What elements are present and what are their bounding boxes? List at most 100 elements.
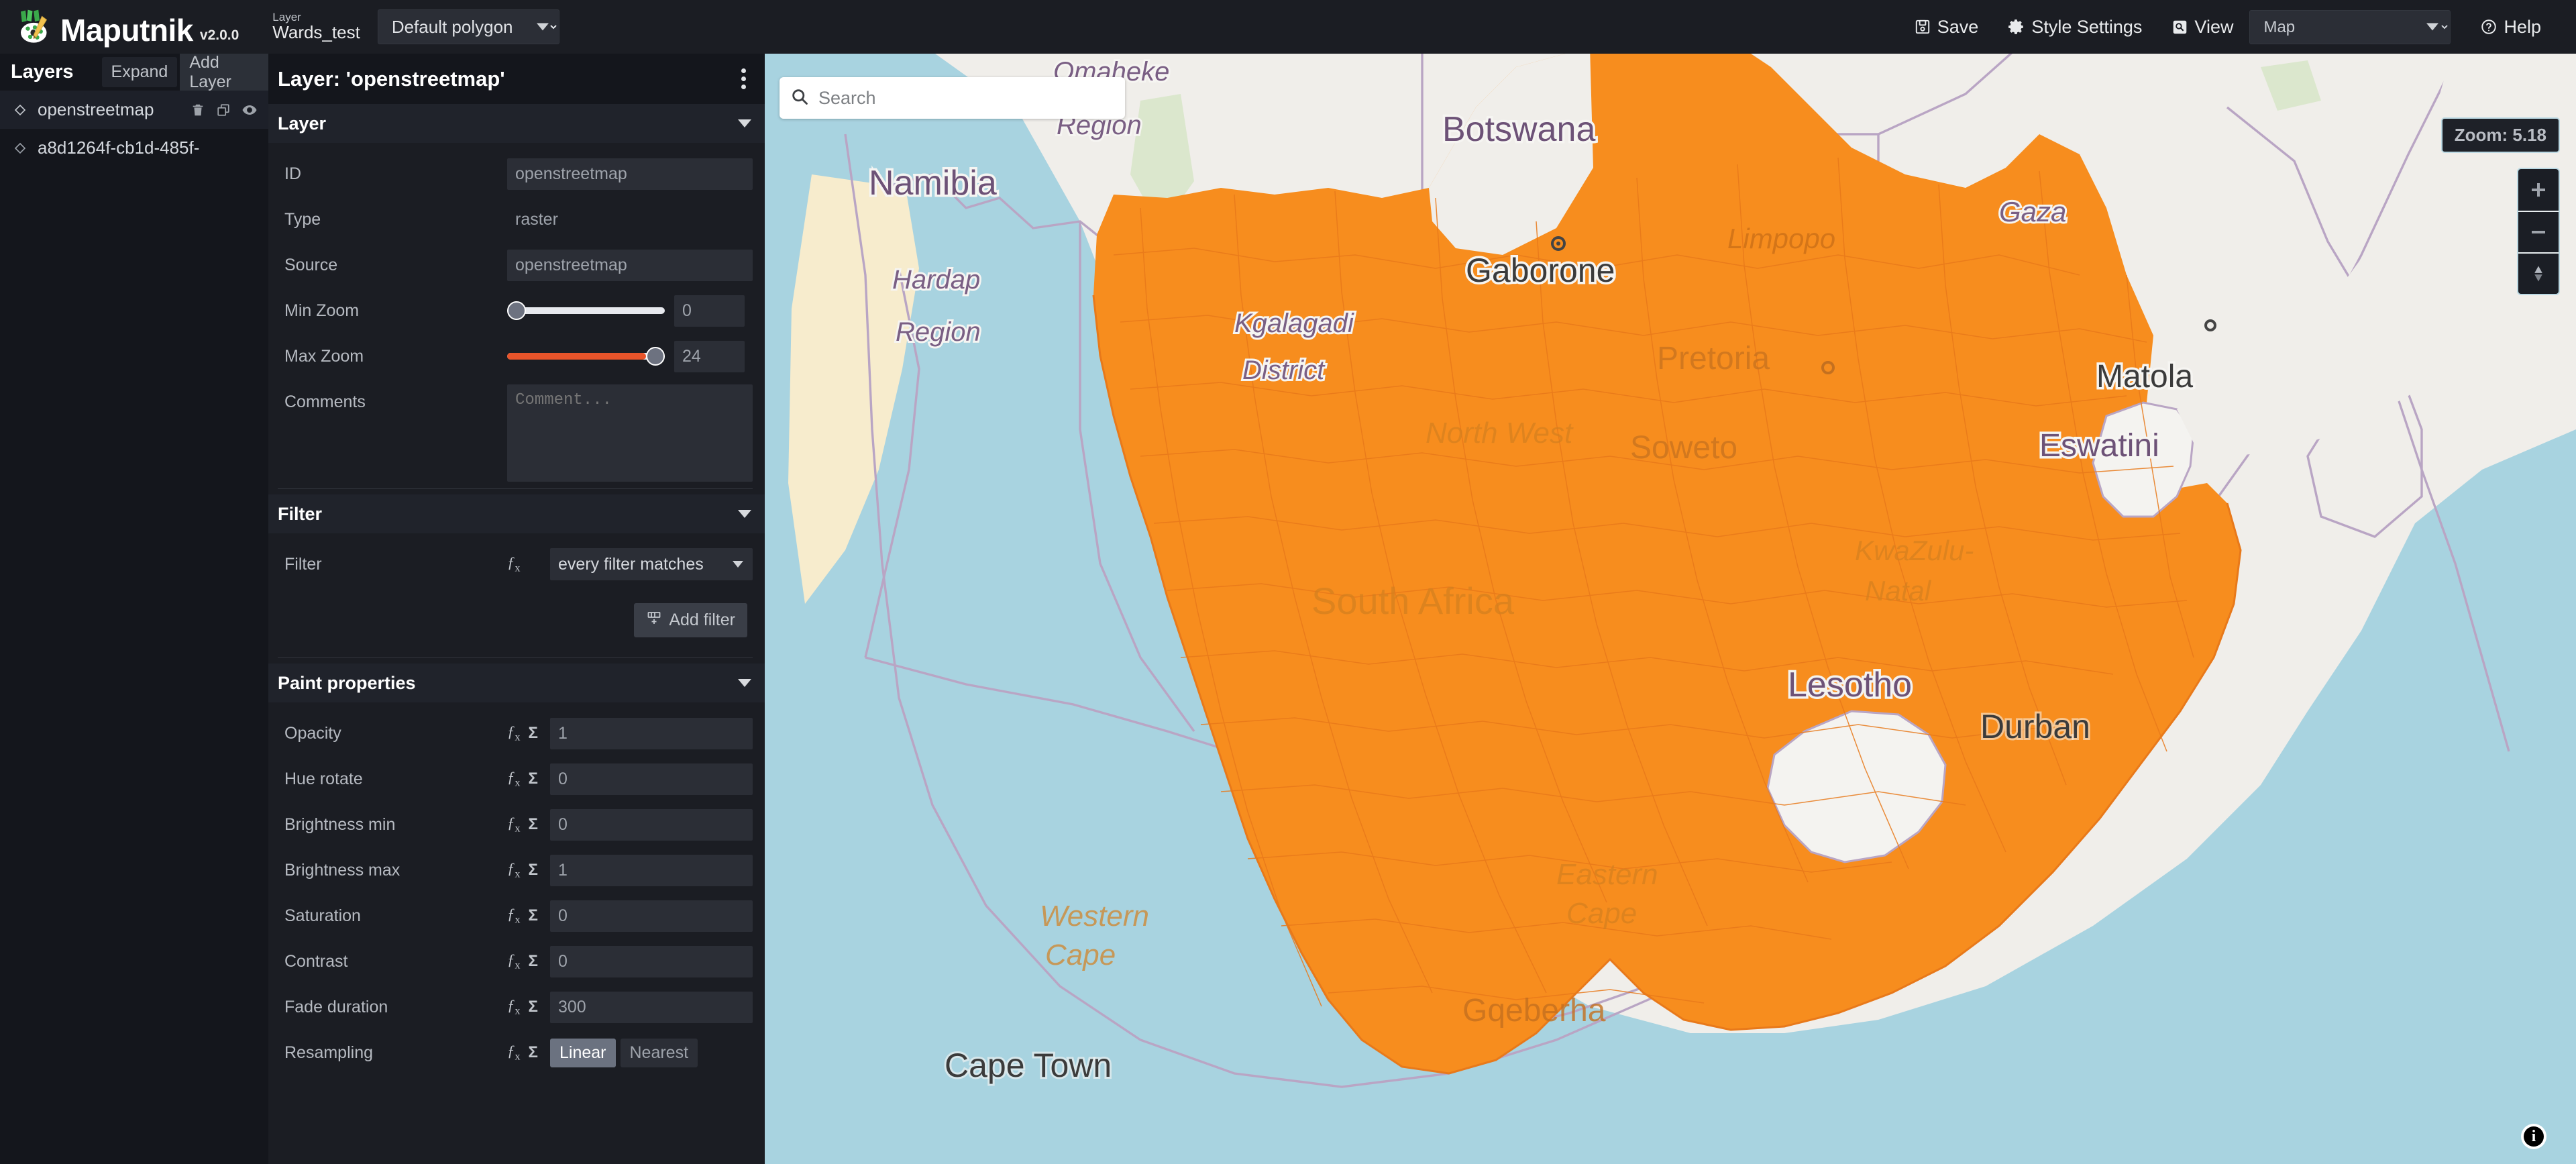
svg-text:Kgalagadi: Kgalagadi xyxy=(1234,309,1354,338)
function-icon[interactable]: ƒx xyxy=(507,860,521,881)
style-select[interactable]: Default polygon xyxy=(377,9,559,44)
field-row-source: Source xyxy=(278,242,753,288)
field-label-fade-duration: Fade duration xyxy=(284,997,388,1016)
svg-text:Eastern: Eastern xyxy=(1556,858,1658,891)
slider-knob[interactable] xyxy=(507,301,526,320)
add-filter-label: Add filter xyxy=(669,611,735,629)
sigma-icon[interactable]: Σ xyxy=(529,906,538,925)
layer-list-item-a8d1264f[interactable]: a8d1264f-cb1d-485f- xyxy=(0,129,268,167)
svg-text:Namibia: Namibia xyxy=(869,164,997,203)
chevron-down-icon[interactable] xyxy=(738,119,751,127)
top-toolbar-actions: Save Style Settings View Map Help xyxy=(1899,9,2576,44)
svg-text:Gqeberha: Gqeberha xyxy=(1462,993,1606,1028)
filter-select[interactable]: every filter matches xyxy=(550,548,753,580)
min-zoom-input[interactable] xyxy=(674,295,745,327)
function-icon[interactable]: ƒx xyxy=(507,554,521,575)
layer-list-item-openstreetmap[interactable]: openstreetmap xyxy=(0,91,268,129)
svg-text:District: District xyxy=(1242,356,1326,385)
sigma-icon[interactable]: Σ xyxy=(529,815,538,834)
properties-scroll-area[interactable]: Layer ID Type raster Source xyxy=(268,104,765,1164)
svg-text:Natal: Natal xyxy=(1865,575,1932,606)
field-row-hue-rotate: Hue rotate ƒx Σ xyxy=(278,756,753,802)
section-body-filter: Filter ƒx every filter matches Add filte… xyxy=(268,533,765,664)
fx-slot: ƒx Σ xyxy=(507,951,546,972)
type-value: raster xyxy=(515,209,558,229)
contrast-input[interactable] xyxy=(550,945,753,977)
svg-text:Cape Town: Cape Town xyxy=(945,1047,1112,1084)
slider-knob[interactable] xyxy=(646,347,665,366)
brightness-min-input[interactable] xyxy=(550,808,753,841)
raster-diamond-icon xyxy=(12,102,32,118)
style-settings-button[interactable]: Style Settings xyxy=(1993,10,2157,44)
sigma-icon[interactable]: Σ xyxy=(529,770,538,788)
field-label-max-zoom: Max Zoom xyxy=(284,346,364,366)
function-icon[interactable]: ƒx xyxy=(507,723,521,744)
function-icon[interactable]: ƒx xyxy=(507,906,521,927)
svg-text:Durban: Durban xyxy=(1980,708,2090,745)
copy-icon[interactable] xyxy=(216,103,231,117)
svg-text:Gaza: Gaza xyxy=(1999,196,2066,227)
svg-text:Hardap: Hardap xyxy=(892,265,980,295)
saturation-input[interactable] xyxy=(550,900,753,932)
compass-button[interactable] xyxy=(2518,252,2559,294)
opacity-input[interactable] xyxy=(550,717,753,749)
fx-slot: ƒx Σ xyxy=(507,906,546,927)
zoom-level-badge: Zoom: 5.18 xyxy=(2440,117,2560,153)
sigma-icon[interactable]: Σ xyxy=(529,952,538,971)
chevron-down-icon[interactable] xyxy=(738,679,751,687)
sigma-icon[interactable]: Σ xyxy=(529,1043,538,1062)
resampling-option-nearest[interactable]: Nearest xyxy=(620,1038,698,1067)
map-attribution-button[interactable]: i xyxy=(2521,1124,2546,1149)
brand-version: v2.0.0 xyxy=(199,28,239,43)
function-icon[interactable]: ƒx xyxy=(507,997,521,1018)
add-filter-button[interactable]: Add filter xyxy=(634,603,747,637)
section-header-layer[interactable]: Layer xyxy=(268,104,765,143)
fx-slot: ƒx Σ xyxy=(507,769,546,790)
field-row-fade-duration: Fade duration ƒx Σ xyxy=(278,984,753,1030)
chevron-down-icon[interactable] xyxy=(738,510,751,518)
brightness-max-input[interactable] xyxy=(550,854,753,886)
gear-icon xyxy=(2008,18,2025,36)
section-header-paint[interactable]: Paint properties xyxy=(268,664,765,702)
resampling-option-linear[interactable]: Linear xyxy=(550,1038,616,1067)
svg-text:Soweto: Soweto xyxy=(1630,430,1737,466)
hue-rotate-input[interactable] xyxy=(550,763,753,795)
id-input[interactable] xyxy=(507,158,753,190)
sigma-icon[interactable]: Σ xyxy=(529,724,538,743)
search-input[interactable] xyxy=(818,87,1114,109)
help-button[interactable]: Help xyxy=(2465,10,2556,44)
map-search-box[interactable] xyxy=(780,77,1125,119)
max-zoom-input[interactable] xyxy=(674,340,745,372)
view-select[interactable]: Map xyxy=(2249,9,2451,44)
inspect-icon xyxy=(2171,19,2188,36)
section-divider xyxy=(278,488,753,489)
min-zoom-slider[interactable] xyxy=(507,301,665,320)
svg-text:Western: Western xyxy=(1040,900,1149,933)
eye-icon[interactable] xyxy=(241,102,258,118)
section-title-paint: Paint properties xyxy=(278,672,416,693)
fade-duration-input[interactable] xyxy=(550,991,753,1023)
expand-layers-button[interactable]: Expand xyxy=(101,57,178,87)
section-header-filter[interactable]: Filter xyxy=(268,494,765,533)
sigma-icon[interactable]: Σ xyxy=(529,998,538,1016)
function-icon[interactable]: ƒx xyxy=(507,769,521,790)
view-button[interactable]: View xyxy=(2157,10,2248,44)
comments-textarea[interactable] xyxy=(507,384,753,482)
more-vertical-icon[interactable] xyxy=(737,64,750,93)
function-icon[interactable]: ƒx xyxy=(507,814,521,835)
trash-icon[interactable] xyxy=(191,103,205,117)
zoom-in-button[interactable] xyxy=(2518,169,2559,211)
map-viewport[interactable]: Omaheke Region Botswana Namibia Gaza Har… xyxy=(765,54,2576,1164)
question-circle-icon xyxy=(2480,18,2498,36)
source-input[interactable] xyxy=(507,249,753,281)
zoom-out-button[interactable] xyxy=(2518,211,2559,252)
max-zoom-slider[interactable] xyxy=(507,347,665,366)
add-layer-button[interactable]: Add Layer xyxy=(180,47,268,97)
sigma-icon[interactable]: Σ xyxy=(529,861,538,880)
function-icon[interactable]: ƒx xyxy=(507,951,521,972)
function-icon[interactable]: ƒx xyxy=(507,1043,521,1063)
slider-fill xyxy=(507,353,646,360)
add-filter-wrap: Add filter xyxy=(278,587,753,651)
svg-text:Botswana: Botswana xyxy=(1442,110,1595,149)
save-button[interactable]: Save xyxy=(1899,10,1994,44)
